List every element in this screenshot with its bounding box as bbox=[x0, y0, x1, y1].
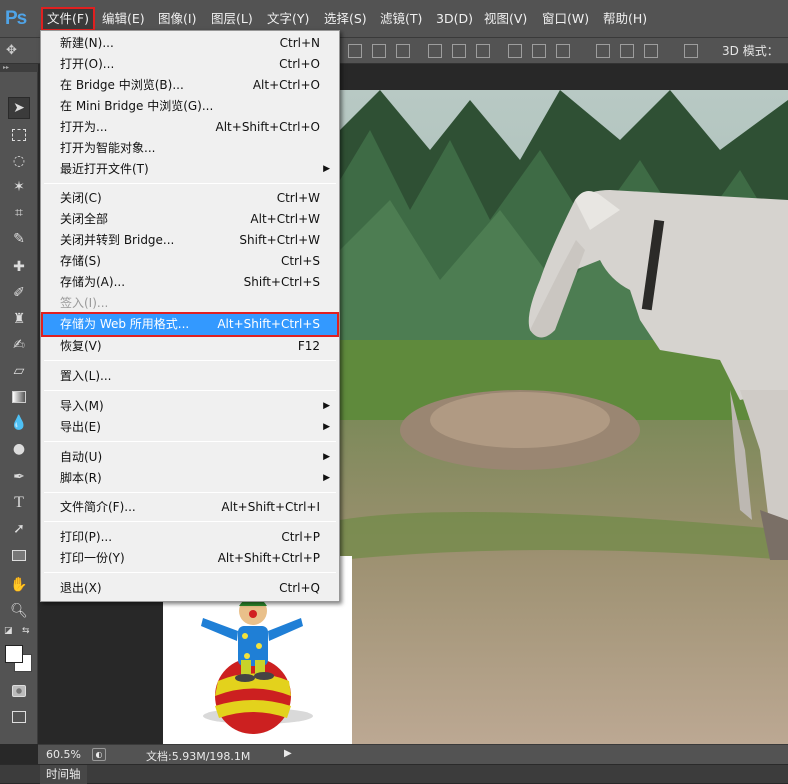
menu-separator bbox=[44, 183, 336, 184]
distribute-right-icon[interactable] bbox=[644, 44, 658, 58]
auto-align-icon[interactable] bbox=[684, 44, 698, 58]
menu-item-print-one-copy[interactable]: 打印一份(Y) Alt+Shift+Ctrl+P bbox=[42, 548, 338, 569]
submenu-arrow-icon: ▶ bbox=[323, 452, 330, 462]
lasso-tool-icon[interactable]: ◌ bbox=[8, 150, 30, 172]
menu-item-browse-in-mini-bridge[interactable]: 在 Mini Bridge 中浏览(G)... bbox=[42, 96, 338, 117]
distribute-hcenter-icon[interactable] bbox=[620, 44, 634, 58]
submenu-arrow-icon: ▶ bbox=[323, 164, 330, 174]
move-tool-icon: ✥ bbox=[6, 43, 17, 58]
submenu-arrow-icon: ▶ bbox=[323, 473, 330, 483]
zoom-level[interactable]: 60.5% bbox=[46, 748, 81, 761]
submenu-arrow-icon: ▶ bbox=[323, 401, 330, 411]
align-top-icon[interactable] bbox=[348, 44, 362, 58]
clone-stamp-tool-icon[interactable]: ♜ bbox=[8, 308, 30, 330]
align-left-icon[interactable] bbox=[428, 44, 442, 58]
quick-mask-icon[interactable] bbox=[8, 680, 30, 702]
distribute-bottom-icon[interactable] bbox=[556, 44, 570, 58]
menu-item-save[interactable]: 存储(S) Ctrl+S bbox=[42, 251, 338, 272]
menu-item-close-and-go-to-bridge[interactable]: 关闭并转到 Bridge... Shift+Ctrl+W bbox=[42, 230, 338, 251]
photoshop-logo: Ps bbox=[5, 8, 27, 29]
status-info-icon[interactable]: ◐ bbox=[92, 748, 106, 761]
menu-item-print[interactable]: 打印(P)... Ctrl+P bbox=[42, 527, 338, 548]
menu-image[interactable]: 图像(I) bbox=[154, 10, 200, 28]
zoom-tool-icon[interactable]: 🔍︎ bbox=[8, 600, 30, 622]
distribute-left-icon[interactable] bbox=[596, 44, 610, 58]
menu-item-open-as-smart-object[interactable]: 打开为智能对象... bbox=[42, 138, 338, 159]
foreground-color-swatch[interactable] bbox=[5, 645, 23, 663]
shape-tool-icon[interactable] bbox=[8, 544, 30, 566]
crop-tool-icon[interactable]: ⌗ bbox=[8, 202, 30, 224]
menu-item-save-as[interactable]: 存储为(A)... Shift+Ctrl+S bbox=[42, 272, 338, 293]
menu-item-open[interactable]: 打开(O)... Ctrl+O bbox=[42, 54, 338, 75]
status-menu-arrow-icon[interactable]: ▶ bbox=[284, 748, 292, 759]
menu-item-revert[interactable]: 恢复(V) F12 bbox=[42, 336, 338, 357]
menu-item-scripts[interactable]: 脚本(R) ▶ bbox=[42, 468, 338, 489]
menu-item-import[interactable]: 导入(M) ▶ bbox=[42, 396, 338, 417]
menu-separator bbox=[44, 390, 336, 391]
screen-mode-icon[interactable] bbox=[8, 706, 30, 728]
menu-separator bbox=[44, 572, 336, 573]
submenu-arrow-icon: ▶ bbox=[323, 422, 330, 432]
magic-wand-tool-icon[interactable]: ✶ bbox=[8, 176, 30, 198]
menu-layer[interactable]: 图层(L) bbox=[207, 10, 257, 28]
file-menu-dropdown: 新建(N)... Ctrl+N 打开(O)... Ctrl+O 在 Bridge 中… bbox=[40, 30, 340, 602]
menu-item-open-as[interactable]: 打开为... Alt+Shift+Ctrl+O bbox=[42, 117, 338, 138]
eyedropper-tool-icon[interactable]: ✎ bbox=[8, 228, 30, 250]
align-hcenter-icon[interactable] bbox=[452, 44, 466, 58]
menu-item-file-info[interactable]: 文件简介(F)... Alt+Shift+Ctrl+I bbox=[42, 497, 338, 518]
menu-item-exit[interactable]: 退出(X) Ctrl+Q bbox=[42, 578, 338, 599]
distribute-top-icon[interactable] bbox=[508, 44, 522, 58]
menu-filter[interactable]: 滤镜(T) bbox=[376, 10, 426, 28]
move-tool-icon[interactable]: ➤ bbox=[8, 97, 30, 119]
menu-help[interactable]: 帮助(H) bbox=[599, 10, 651, 28]
distribute-vcenter-icon[interactable] bbox=[532, 44, 546, 58]
marquee-tool-icon[interactable] bbox=[8, 124, 30, 146]
menu-view[interactable]: 视图(V) bbox=[480, 10, 531, 28]
tools-panel: ▸▸ ➤ ◌ ✶ ⌗ ✎ ✚ ✐ ♜ ✍ ▱ 💧 ● ✒ T ➚ ✋ 🔍︎ ◪ … bbox=[0, 64, 38, 744]
pen-tool-icon[interactable]: ✒ bbox=[8, 466, 30, 488]
menu-separator bbox=[44, 360, 336, 361]
history-brush-tool-icon[interactable]: ✍ bbox=[8, 334, 30, 356]
align-right-icon[interactable] bbox=[476, 44, 490, 58]
document-size-info: 文档:5.93M/198.1M bbox=[146, 750, 251, 763]
timeline-panel: 时间轴 bbox=[0, 764, 788, 784]
menu-separator bbox=[44, 521, 336, 522]
menu-type[interactable]: 文字(Y) bbox=[263, 10, 313, 28]
status-bar: 60.5% ◐ 文档:5.93M/198.1M ▶ bbox=[38, 744, 788, 764]
menu-select[interactable]: 选择(S) bbox=[320, 10, 371, 28]
align-vcenter-icon[interactable] bbox=[372, 44, 386, 58]
blur-tool-icon[interactable]: 💧 bbox=[8, 412, 30, 434]
eraser-tool-icon[interactable]: ▱ bbox=[8, 360, 30, 382]
dodge-tool-icon[interactable]: ● bbox=[8, 438, 30, 460]
menu-separator bbox=[44, 492, 336, 493]
menu-item-export[interactable]: 导出(E) ▶ bbox=[42, 417, 338, 438]
gradient-tool-icon[interactable] bbox=[8, 386, 30, 408]
menu-item-save-for-web[interactable]: 存储为 Web 所用格式... Alt+Shift+Ctrl+S bbox=[41, 312, 339, 337]
brush-tool-icon[interactable]: ✐ bbox=[8, 282, 30, 304]
menu-item-close-all[interactable]: 关闭全部 Alt+Ctrl+W bbox=[42, 209, 338, 230]
hand-tool-icon[interactable]: ✋ bbox=[8, 574, 30, 596]
menu-item-new[interactable]: 新建(N)... Ctrl+N bbox=[42, 33, 338, 54]
menu-item-browse-in-bridge[interactable]: 在 Bridge 中浏览(B)... Alt+Ctrl+O bbox=[42, 75, 338, 96]
menu-item-check-in: 签入(I)... bbox=[60, 296, 109, 310]
path-selection-tool-icon[interactable]: ➚ bbox=[8, 518, 30, 540]
menu-window[interactable]: 窗口(W) bbox=[538, 10, 593, 28]
menu-3d[interactable]: 3D(D) bbox=[432, 10, 477, 28]
healing-brush-tool-icon[interactable]: ✚ bbox=[8, 256, 30, 278]
menu-item-place[interactable]: 置入(L)... bbox=[42, 366, 338, 387]
menu-file[interactable]: 文件(F) bbox=[41, 7, 95, 31]
panel-collapse-icon[interactable]: ▸▸ bbox=[0, 64, 38, 72]
horse-photo-image bbox=[340, 90, 788, 744]
default-colors-icon[interactable]: ◪ bbox=[4, 626, 13, 636]
3d-mode-label: 3D 模式： bbox=[722, 44, 779, 58]
tab-timeline[interactable]: 时间轴 bbox=[40, 765, 87, 784]
type-tool-icon[interactable]: T bbox=[8, 492, 30, 514]
menu-item-automate[interactable]: 自动(U) ▶ bbox=[42, 447, 338, 468]
menu-item-close[interactable]: 关闭(C) Ctrl+W bbox=[42, 188, 338, 209]
align-bottom-icon[interactable] bbox=[396, 44, 410, 58]
menu-edit[interactable]: 编辑(E) bbox=[98, 10, 149, 28]
swap-colors-icon[interactable]: ⇆ bbox=[22, 626, 30, 636]
menu-item-recent-files[interactable]: 最近打开文件(T) ▶ bbox=[42, 159, 338, 180]
menu-separator bbox=[44, 441, 336, 442]
